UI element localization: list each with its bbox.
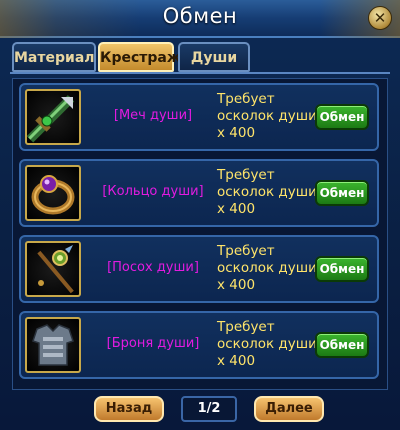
item-name: [Посох души]	[107, 260, 199, 275]
staff-icon	[25, 241, 81, 297]
title-bar: Обмен ✕	[0, 0, 400, 38]
requirement-amount: x 400	[217, 277, 256, 293]
item-requirement: Требует осколок души x 400	[217, 167, 329, 218]
requirement-material: осколок души	[217, 184, 317, 200]
close-icon[interactable]: ✕	[368, 6, 392, 30]
ring-icon	[25, 165, 81, 221]
tab-souls[interactable]: Души	[178, 42, 250, 72]
requirement-amount: x 400	[217, 201, 256, 217]
tab-divider	[10, 72, 390, 74]
prev-page-button[interactable]: Назад	[94, 396, 164, 422]
tab-material[interactable]: Материал	[12, 42, 96, 72]
requirement-label: Требует	[217, 319, 275, 335]
item-name: [Броня души]	[106, 336, 200, 351]
requirement-material: осколок души	[217, 336, 317, 352]
requirement-amount: x 400	[217, 353, 256, 369]
requirement-material: осколок души	[217, 108, 317, 124]
item-requirement: Требует осколок души x 400	[217, 319, 329, 370]
page-indicator: 1/2	[181, 396, 237, 422]
exchange-list: [Меч души] Требует осколок души x 400 Об…	[12, 78, 388, 390]
list-item: [Броня души] Требует осколок души x 400 …	[19, 311, 379, 379]
list-item: [Меч души] Требует осколок души x 400 Об…	[19, 83, 379, 151]
window-title: Обмен	[162, 4, 238, 28]
exchange-button[interactable]: Обмен	[315, 332, 369, 358]
list-item: [Кольцо души] Требует осколок души x 400…	[19, 159, 379, 227]
requirement-label: Требует	[217, 167, 275, 183]
item-requirement: Требует осколок души x 400	[217, 243, 329, 294]
sword-icon	[25, 89, 81, 145]
exchange-button[interactable]: Обмен	[315, 104, 369, 130]
armor-icon	[25, 317, 81, 373]
requirement-amount: x 400	[217, 125, 256, 141]
item-name: [Кольцо души]	[102, 184, 204, 199]
item-name: [Меч души]	[113, 108, 193, 123]
list-item: [Посох души] Требует осколок души x 400 …	[19, 235, 379, 303]
requirement-label: Требует	[217, 243, 275, 259]
next-page-button[interactable]: Далее	[254, 396, 324, 422]
exchange-window: Обмен ✕ Материал Крестраж Души [Меч души…	[0, 0, 400, 430]
item-requirement: Требует осколок души x 400	[217, 91, 329, 142]
requirement-material: осколок души	[217, 260, 317, 276]
exchange-button[interactable]: Обмен	[315, 256, 369, 282]
tab-horcrux[interactable]: Крестраж	[98, 42, 181, 72]
pager: Назад 1/2 Далее	[0, 394, 400, 424]
exchange-button[interactable]: Обмен	[315, 180, 369, 206]
requirement-label: Требует	[217, 91, 275, 107]
